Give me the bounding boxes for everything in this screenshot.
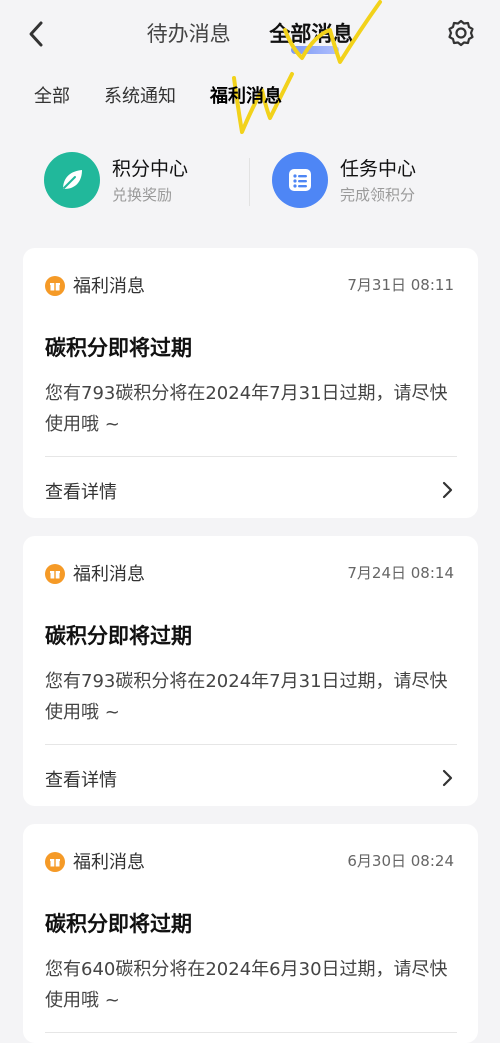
task-center-subtitle: 完成领积分 bbox=[340, 186, 416, 204]
quick-entries-divider bbox=[249, 158, 250, 206]
view-details-button[interactable]: 查看详情 bbox=[45, 762, 457, 794]
message-card-divider bbox=[45, 744, 457, 745]
message-card-header: 福利消息 6月30日 08:24 bbox=[23, 824, 478, 880]
category-subtabs: 全部 系统通知 福利消息 bbox=[34, 82, 282, 108]
tab-all-messages[interactable]: 全部消息 bbox=[269, 18, 354, 54]
subtab-welfare-messages[interactable]: 福利消息 bbox=[210, 82, 282, 108]
tab-todo-messages[interactable]: 待办消息 bbox=[147, 18, 231, 48]
message-card-header: 福利消息 7月31日 08:11 bbox=[23, 248, 478, 304]
message-title: 碳积分即将过期 bbox=[45, 912, 192, 936]
message-time: 6月30日 08:24 bbox=[347, 852, 454, 870]
points-center-icon-circle bbox=[44, 152, 100, 208]
message-card: 福利消息 7月24日 08:14 碳积分即将过期 您有793碳积分将在2024年… bbox=[23, 536, 478, 806]
view-details-label: 查看详情 bbox=[45, 770, 117, 791]
subtab-all[interactable]: 全部 bbox=[34, 82, 70, 108]
view-details-label: 查看详情 bbox=[45, 482, 117, 503]
gear-icon bbox=[448, 19, 474, 47]
chevron-right-icon bbox=[442, 481, 453, 499]
points-center-title: 积分中心 bbox=[112, 158, 189, 180]
message-body: 您有793碳积分将在2024年7月31日过期，请尽快使用哦 ~ bbox=[45, 671, 448, 723]
active-tab-indicator bbox=[291, 46, 340, 54]
message-category: 福利消息 bbox=[73, 852, 145, 873]
points-center-subtitle: 兑换奖励 bbox=[112, 186, 173, 204]
gift-icon bbox=[45, 564, 65, 584]
gift-icon bbox=[45, 276, 65, 296]
message-card-divider bbox=[45, 1032, 457, 1033]
quick-entries: 积分中心 兑换奖励 任务中心 完成领积分 bbox=[0, 150, 500, 214]
message-body: 您有640碳积分将在2024年6月30日过期，请尽快使用哦 ~ bbox=[45, 959, 448, 1011]
message-title: 碳积分即将过期 bbox=[45, 336, 192, 360]
task-center-icon-circle bbox=[272, 152, 328, 208]
message-category: 福利消息 bbox=[73, 564, 145, 585]
task-center-title: 任务中心 bbox=[340, 158, 417, 180]
message-title: 碳积分即将过期 bbox=[45, 624, 192, 648]
gift-icon bbox=[45, 852, 65, 872]
tab-all-messages-label: 全部消息 bbox=[269, 22, 354, 46]
task-list-icon bbox=[289, 169, 311, 191]
message-card: 福利消息 7月31日 08:11 碳积分即将过期 您有793碳积分将在2024年… bbox=[23, 248, 478, 518]
message-time: 7月31日 08:11 bbox=[347, 276, 454, 294]
settings-button[interactable] bbox=[444, 16, 478, 50]
message-time: 7月24日 08:14 bbox=[347, 564, 454, 582]
message-tabs: 待办消息 全部消息 bbox=[0, 18, 500, 54]
message-card-header: 福利消息 7月24日 08:14 bbox=[23, 536, 478, 592]
message-body: 您有793碳积分将在2024年7月31日过期，请尽快使用哦 ~ bbox=[45, 383, 448, 435]
message-card: 福利消息 6月30日 08:24 碳积分即将过期 您有640碳积分将在2024年… bbox=[23, 824, 478, 1043]
view-details-button[interactable]: 查看详情 bbox=[45, 474, 457, 506]
chevron-right-icon bbox=[442, 769, 453, 787]
subtab-system-notice[interactable]: 系统通知 bbox=[104, 82, 176, 108]
leaf-icon bbox=[63, 170, 82, 189]
top-bar: 待办消息 全部消息 bbox=[0, 0, 500, 70]
message-card-divider bbox=[45, 456, 457, 457]
message-category: 福利消息 bbox=[73, 276, 145, 297]
